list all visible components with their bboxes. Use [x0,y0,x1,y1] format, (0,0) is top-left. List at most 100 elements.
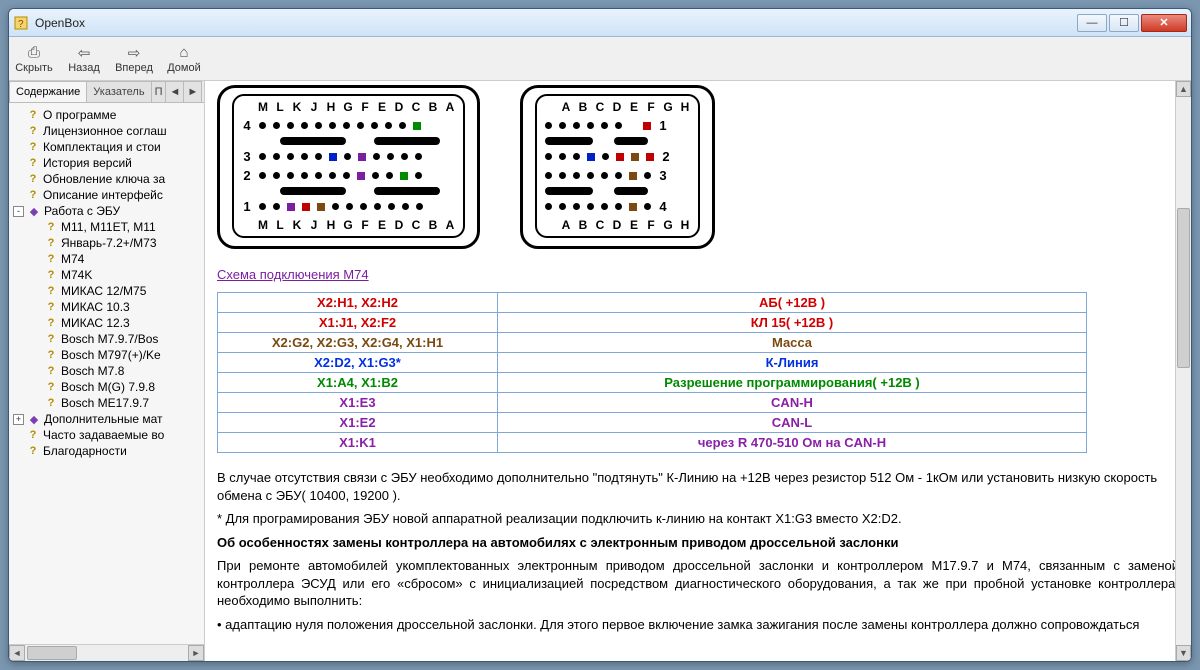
vscroll-thumb[interactable] [1177,208,1190,368]
tree-label: МИКАС 12.3 [61,316,130,330]
tab-index[interactable]: Указатель [86,81,151,102]
tree-label: Bosch M7.8 [61,364,124,378]
book-icon: ◆ [26,412,42,426]
desc-cell: через R 470-510 Ом на CAN-H [498,433,1087,453]
pin-cell: X1:E3 [218,393,498,413]
expand-icon[interactable]: - [13,206,24,217]
tree-item[interactable]: ?Bosch M7.9.7/Bos [11,331,202,347]
tree-item[interactable]: ?МИКАС 12/М75 [11,283,202,299]
expand-icon[interactable]: + [13,414,24,425]
connector-x2: ABCDEFGH 1 2 3 4 [520,85,715,249]
tab-contents[interactable]: Содержание [9,81,87,102]
hscroll-thumb[interactable] [27,646,77,660]
tree-label: Обновление ключа за [43,172,165,186]
tree-item[interactable]: ?Описание интерфейс [11,187,202,203]
tree-item[interactable]: -◆Работа с ЭБУ [11,203,202,219]
tree-label: Работа с ЭБУ [44,204,120,218]
tree-item[interactable]: ?Bosch M(G) 7.9.8 [11,379,202,395]
pin-cell: X2:D2, X1:G3* [218,353,498,373]
titlebar: ? OpenBox — ☐ ✕ [9,9,1191,37]
tree-item[interactable]: ?МИКАС 10.3 [11,299,202,315]
scroll-left-icon[interactable]: ◄ [9,645,25,661]
tree-item[interactable]: ?Благодарности [11,443,202,459]
tree-item[interactable]: ?Bosch M797(+)/Ke [11,347,202,363]
tree-item[interactable]: ?МИКАС 12.3 [11,315,202,331]
pin-cell: X1:J1, X2:F2 [218,313,498,333]
home-button[interactable]: ⌂Домой [165,44,203,74]
tree-label: Описание интерфейс [43,188,163,202]
nav-tabs: Содержание Указатель П ◄ ► [9,81,204,103]
back-button[interactable]: ⇦Назад [65,44,103,74]
help-icon: ? [25,172,41,186]
help-icon: ? [43,364,59,378]
tab-search[interactable]: П [151,81,167,102]
table-row: X2:D2, X1:G3*К-Линия [218,353,1087,373]
table-row: X2:H1, X2:H2АБ( +12В ) [218,293,1087,313]
scroll-down-icon[interactable]: ▼ [1176,645,1191,661]
tree-item[interactable]: ?О программе [11,107,202,123]
help-icon: ? [43,300,59,314]
help-icon: ? [43,332,59,346]
help-icon: ? [43,236,59,250]
tree-item[interactable]: ?М74K [11,267,202,283]
tree-item[interactable]: ?Лицензионное соглаш [11,123,202,139]
desc-cell: АБ( +12В ) [498,293,1087,313]
tree-label: М74 [61,252,84,266]
back-icon: ⇦ [78,44,91,62]
tree-item[interactable]: ?Bosch ME17.9.7 [11,395,202,411]
pin-cell: X1:A4, X1:B2 [218,373,498,393]
scroll-up-icon[interactable]: ▲ [1176,81,1191,97]
tree-item[interactable]: ?История версий [11,155,202,171]
help-icon: ? [43,284,59,298]
toc-tree[interactable]: ?О программе?Лицензионное соглаш?Комплек… [9,103,204,644]
table-row: X2:G2, X2:G3, X2:G4, X1:H1Масса [218,333,1087,353]
tab-nav-left[interactable]: ◄ [165,81,184,102]
tree-item[interactable]: ?Январь-7.2+/М73 [11,235,202,251]
tree-label: МИКАС 12/М75 [61,284,146,298]
tree-label: Лицензионное соглаш [43,124,167,138]
help-icon: ? [43,348,59,362]
help-icon: ? [43,220,59,234]
nav-hscroll[interactable]: ◄ ► [9,644,204,661]
book-icon: ◆ [26,204,42,218]
help-icon: ? [43,380,59,394]
tree-item[interactable]: ?Часто задаваемые во [11,427,202,443]
paragraph-kline: В случае отсутствия связи с ЭБУ необходи… [217,469,1179,504]
paragraph-repair: При ремонте автомобилей укомплектованных… [217,557,1179,610]
tree-item[interactable]: ?Bosch M7.8 [11,363,202,379]
content-wrap: MLKJHGFEDCBA 4 3 2 1 [205,81,1191,661]
tree-label: МИКАС 10.3 [61,300,130,314]
tree-label: М11, М11ЕТ, М11 [61,220,156,234]
tree-item[interactable]: ?М11, М11ЕТ, М11 [11,219,202,235]
help-icon: ? [25,444,41,458]
minimize-button[interactable]: — [1077,14,1107,32]
desc-cell: К-Линия [498,353,1087,373]
help-icon: ? [25,428,41,442]
app-icon: ? [13,15,29,31]
content-vscroll[interactable]: ▲ ▼ [1175,81,1191,661]
pin-cell: X2:G2, X2:G3, X2:G4, X1:H1 [218,333,498,353]
maximize-button[interactable]: ☐ [1109,14,1139,32]
tree-item[interactable]: +◆Дополнительные мат [11,411,202,427]
connector-x1: MLKJHGFEDCBA 4 3 2 1 [217,85,480,249]
tree-item[interactable]: ?Комплектация и стои [11,139,202,155]
tree-label: Bosch M797(+)/Ke [61,348,161,362]
home-icon: ⌂ [179,44,188,62]
hide-button[interactable]: ⎙Скрыть [15,44,53,74]
tree-item[interactable]: ?М74 [11,251,202,267]
scroll-right-icon[interactable]: ► [188,645,204,661]
toolbar: ⎙Скрыть ⇦Назад ⇨Вперед ⌂Домой [9,37,1191,81]
forward-icon: ⇨ [128,44,141,62]
close-button[interactable]: ✕ [1141,14,1187,32]
help-icon: ? [25,188,41,202]
help-icon: ? [25,124,41,138]
table-row: X1:E2CAN-L [218,413,1087,433]
forward-button[interactable]: ⇨Вперед [115,44,153,74]
tree-label: М74K [61,268,92,282]
help-icon: ? [43,268,59,282]
tree-label: Благодарности [43,444,127,458]
tab-nav-right[interactable]: ► [183,81,202,102]
pin-cell: X1:E2 [218,413,498,433]
schema-link[interactable]: Схема подключения М74 [217,267,369,282]
tree-item[interactable]: ?Обновление ключа за [11,171,202,187]
